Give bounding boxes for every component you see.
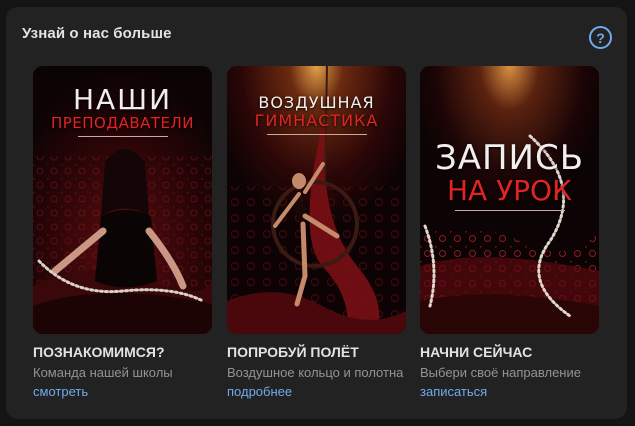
poster-teachers-subtitle: ПРЕПОДАВАТЕЛИ: [50, 114, 195, 132]
card-aerial[interactable]: ВОЗДУШНАЯ ГИМНАСТИКА ПОПРОБУЙ ПОЛЁТ Возд…: [227, 66, 406, 401]
poster-signup-subtitle: НА УРОК: [447, 174, 572, 207]
poster-teachers[interactable]: НАШИ ПРЕПОДАВАТЕЛИ: [33, 66, 212, 334]
poster-aerial-title: ВОЗДУШНАЯ: [258, 93, 375, 112]
card-signup-link[interactable]: записаться: [420, 384, 599, 401]
card-teachers-title: ПОЗНАКОМИМСЯ?: [33, 344, 165, 360]
poster-aerial-divider: [266, 134, 367, 135]
poster-teachers-divider: [77, 136, 168, 137]
card-teachers[interactable]: НАШИ ПРЕПОДАВАТЕЛИ ПОЗНАКОМИМСЯ? Команда…: [33, 66, 212, 401]
about-us-widget: Узнай о нас больше ? НАШИ ПРЕПОДАВАТЕЛИ …: [6, 7, 627, 419]
widget-title: Узнай о нас больше: [22, 25, 172, 42]
card-aerial-link[interactable]: подробнее: [227, 384, 406, 401]
poster-aerial[interactable]: ВОЗДУШНАЯ ГИМНАСТИКА: [227, 66, 406, 334]
card-aerial-title: ПОПРОБУЙ ПОЛЁТ: [227, 344, 359, 360]
card-teachers-link[interactable]: смотреть: [33, 384, 212, 401]
card-signup[interactable]: ЗАПИСЬ НА УРОК НАЧНИ СЕЙЧАС Выбери своё …: [420, 66, 599, 401]
card-aerial-description: Воздушное кольцо и полотна: [227, 365, 404, 380]
card-signup-title: НАЧНИ СЕЙЧАС: [420, 344, 533, 360]
help-icon[interactable]: ?: [589, 26, 612, 49]
poster-signup-divider: [454, 210, 565, 211]
poster-signup-title: ЗАПИСЬ: [434, 138, 585, 178]
card-signup-description: Выбери своё направление: [420, 365, 581, 380]
poster-teachers-title: НАШИ: [72, 83, 173, 116]
poster-aerial-subtitle: ГИМНАСТИКА: [254, 111, 379, 130]
card-teachers-description: Команда нашей школы: [33, 365, 173, 380]
poster-signup[interactable]: ЗАПИСЬ НА УРОК: [420, 66, 599, 334]
